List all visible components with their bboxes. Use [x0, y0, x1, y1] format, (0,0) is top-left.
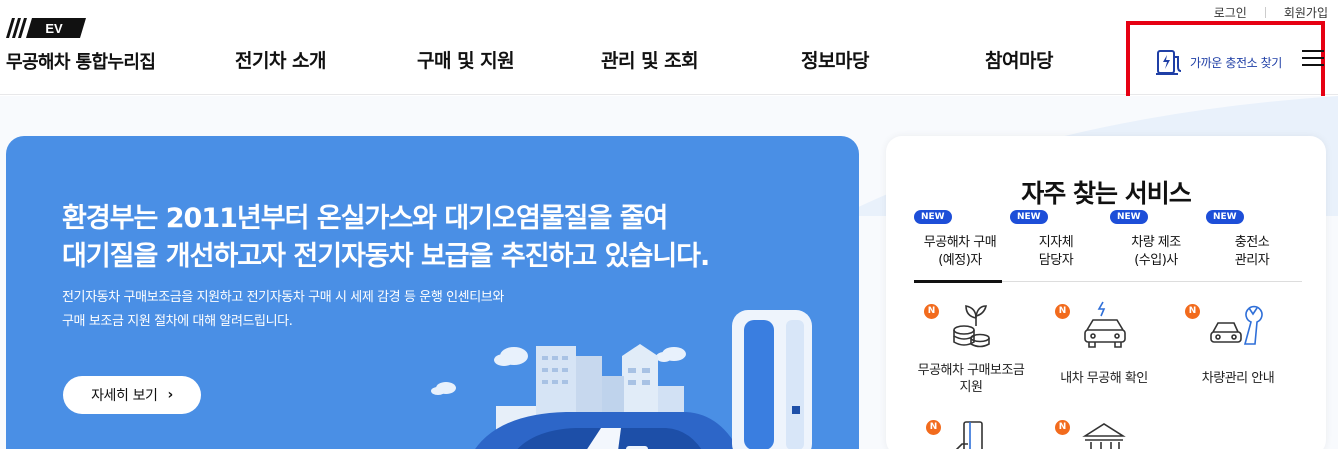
- tab-station-manager-label: 충전소 관리자: [1234, 235, 1270, 268]
- services-tabs: NEW 무공해차 구매 (예정)자 NEW 지자체 담당자 NEW 차량 제조 (수입…: [914, 210, 1302, 283]
- new-badge: N: [926, 420, 941, 435]
- signup-link[interactable]: 회원가입: [1284, 4, 1328, 21]
- services-title: 자주 찾는 서비스: [1021, 179, 1191, 208]
- service-check-ev-label: 내차 무공해 확인: [1060, 371, 1148, 386]
- menu-icon[interactable]: [1302, 50, 1324, 68]
- service-subsidy-label: 무공해차 구매보조금 지원: [917, 363, 1025, 395]
- service-card[interactable]: N: [906, 416, 1036, 449]
- service-vehicle-management[interactable]: N 차량관리 안내: [1173, 298, 1303, 398]
- nav-ev-intro[interactable]: 전기차 소개: [235, 46, 327, 73]
- new-badge: N: [1185, 304, 1200, 319]
- more-details-button[interactable]: 자세히 보기 ›: [63, 376, 201, 414]
- chevron-right-icon: ›: [167, 387, 174, 403]
- tab-local-government-label: 지자체 담당자: [1038, 235, 1074, 268]
- charger-station-icon: [732, 310, 812, 449]
- nav-purchase-support[interactable]: 구매 및 지원: [417, 46, 515, 73]
- frequent-services-panel: 자주 찾는 서비스 NEW 무공해차 구매 (예정)자 NEW 지자체 담당자 NE…: [886, 136, 1326, 449]
- new-badge: N: [1055, 304, 1070, 319]
- find-charger-button[interactable]: 가까운 충전소 찾기: [1126, 21, 1325, 101]
- service-subsidy[interactable]: N 무공해차 구매보조금 지원: [906, 298, 1036, 398]
- hero-title-line2: 대기질을 개선하고자 전기자동차 보급을 추진하고 있습니다.: [62, 241, 710, 272]
- city-ev-illustration: [431, 310, 812, 449]
- nav-manage-lookup[interactable]: 관리 및 조회: [601, 46, 699, 73]
- new-badge: NEW: [1010, 210, 1048, 224]
- more-details-label: 자세히 보기: [91, 388, 158, 404]
- site-header: EV 무공해차 통합누리집 로그인 회원가입 전기차 소개 구매 및 지원 관리…: [0, 0, 1338, 101]
- new-badge: N: [1055, 420, 1070, 435]
- nav-info[interactable]: 정보마당: [801, 46, 869, 73]
- tab-buyer-label: 무공해차 구매 (예정)자: [923, 235, 997, 268]
- car-wrench-icon: [1210, 305, 1263, 345]
- nav-participation[interactable]: 참여마당: [985, 46, 1053, 73]
- ev-car-icon: [1084, 301, 1126, 348]
- login-link[interactable]: 로그인: [1214, 4, 1247, 21]
- new-badge: NEW: [1110, 210, 1148, 224]
- hero-banner: 환경부는 2011년부터 온실가스와 대기오염물질을 줄여 대기질을 개선하고자…: [6, 136, 859, 449]
- active-tab-indicator: [914, 280, 1002, 283]
- card-hand-icon: [955, 421, 983, 449]
- charging-station-icon: [1156, 50, 1182, 75]
- new-badge: N: [924, 304, 939, 319]
- utility-links: 로그인 회원가입: [1214, 4, 1328, 21]
- divider: [1264, 7, 1266, 18]
- svg-text:EV: EV: [45, 21, 63, 36]
- institution-icon: [1082, 423, 1126, 449]
- new-badge: NEW: [914, 210, 952, 224]
- service-institution[interactable]: N: [1039, 416, 1169, 449]
- new-badge: NEW: [1206, 210, 1244, 224]
- hero-title: 환경부는 2011년부터 온실가스와 대기오염물질을 줄여 대기질을 개선하고자…: [62, 200, 710, 276]
- coins-plant-icon: [953, 305, 990, 348]
- hero-title-line1: 환경부는 2011년부터 온실가스와 대기오염물질을 줄여: [62, 203, 668, 234]
- service-vehicle-management-label: 차량관리 안내: [1201, 371, 1275, 386]
- service-check-ev[interactable]: N 내차 무공해 확인: [1039, 298, 1169, 398]
- find-charger-content: 가까운 충전소 찾기: [1156, 47, 1282, 77]
- tab-manufacturer-label: 차량 제조 (수입)사: [1131, 235, 1181, 268]
- ev-logo-badge: EV: [6, 18, 86, 38]
- find-charger-label: 가까운 충전소 찾기: [1190, 55, 1282, 70]
